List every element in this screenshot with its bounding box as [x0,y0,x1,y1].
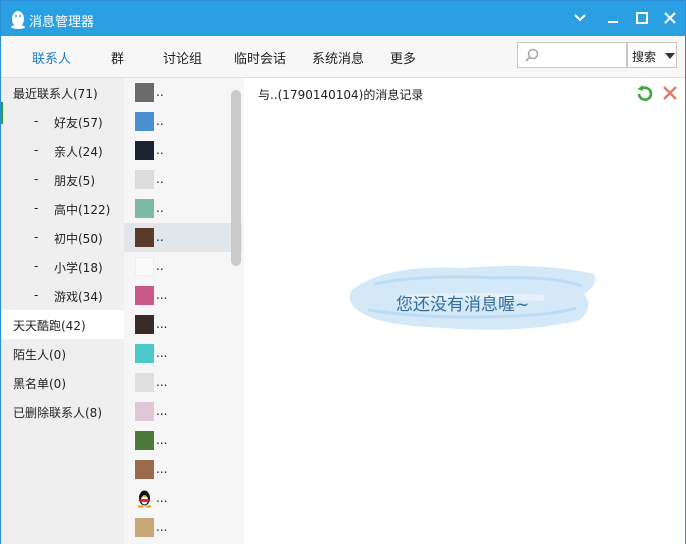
avatar [135,402,154,421]
dropdown-caret-icon[interactable] [665,53,675,59]
category-pals[interactable]: - 朋友(5) [1,165,124,194]
avatar [135,518,154,537]
avatar [135,228,154,247]
tab-bar: 联系人 群 讨论组 临时会话 系统消息 更多 搜索 [1,36,685,78]
delete-icon[interactable] [661,84,679,102]
category-family[interactable]: - 亲人(24) [1,136,124,165]
list-item[interactable]: ... [124,426,242,455]
message-history-title: 与..(1790140104)的消息记录 [258,88,424,102]
contact-category-list: 最近联系人(71) - 好友(57) - 亲人(24) - 朋友(5) - 高中(122… [1,78,124,544]
list-item[interactable]: .. [124,252,242,281]
list-item[interactable]: .. [124,136,242,165]
avatar [135,257,154,276]
message-manager-window: 消息管理器 联系人 群 讨论组 临时会话 系统消息 更多 搜索 最近联系人(71… [0,0,686,544]
category-blacklist[interactable]: 黑名单(0) [1,368,124,397]
contact-list: .. .. .. .. .. .. .. ... ... ... ... ...… [124,78,244,544]
avatar [135,431,154,450]
category-deleted-contacts[interactable]: 已删除联系人(8) [1,397,124,426]
list-item[interactable]: .. [124,107,242,136]
avatar [135,315,154,334]
avatar [135,141,154,160]
tab-system-messages[interactable]: 系统消息 [312,48,364,67]
empty-state: 您还没有消息喔~ [344,254,604,340]
avatar [135,170,154,189]
avatar [135,373,154,392]
close-icon [664,12,676,24]
refresh-icon[interactable] [636,84,654,102]
list-item[interactable]: .. [124,194,242,223]
list-item[interactable]: ... [124,281,242,310]
search-box[interactable] [517,42,627,68]
maximize-icon [636,12,648,24]
category-high-school[interactable]: - 高中(122) [1,194,124,223]
menu-button[interactable] [571,9,589,27]
avatar [135,460,154,479]
tab-more[interactable]: 更多 [390,48,416,67]
tab-temp-sessions[interactable]: 临时会话 [234,48,286,67]
list-item[interactable]: .. [124,165,242,194]
search-button-label: 搜索 [632,50,657,64]
avatar [135,344,154,363]
tab-discussion-groups[interactable]: 讨论组 [163,48,202,67]
list-item[interactable]: ... [124,310,242,339]
list-item[interactable]: ... [124,455,242,484]
search-button[interactable]: 搜索 [627,42,677,68]
minimize-button[interactable] [604,9,622,27]
maximize-button[interactable] [633,9,651,27]
chevron-down-icon [574,14,586,22]
avatar [135,112,154,131]
category-tiantian-kupao[interactable]: 天天酷跑(42) [1,310,124,339]
list-item[interactable]: ... [124,513,242,542]
category-primary-school[interactable]: - 小学(18) [1,252,124,281]
list-item[interactable]: ... [124,484,242,513]
category-strangers[interactable]: 陌生人(0) [1,339,124,368]
tab-contacts[interactable]: 联系人 [32,48,71,67]
category-friends[interactable]: - 好友(57) [1,107,124,136]
list-item[interactable]: .. [124,78,242,107]
list-item[interactable]: ... [124,339,242,368]
avatar [135,83,154,102]
qq-penguin-avatar-icon [137,490,152,508]
category-recent-contacts[interactable]: 最近联系人(71) [1,78,124,107]
tab-groups[interactable]: 群 [111,48,124,67]
empty-message-text: 您还没有消息喔~ [396,295,530,315]
qq-penguin-icon [11,11,25,29]
category-middle-school[interactable]: - 初中(50) [1,223,124,252]
list-item[interactable]: ... [124,368,242,397]
title-bar: 消息管理器 [1,1,685,36]
message-panel: 与..(1790140104)的消息记录 您还没有消息喔~ [244,78,685,544]
window-title: 消息管理器 [29,15,95,30]
list-item[interactable]: ... [124,397,242,426]
search-icon [525,48,539,62]
search-input[interactable] [542,46,622,64]
avatar [135,199,154,218]
contact-list-scrollbar[interactable] [231,90,241,266]
minimize-icon [608,21,618,23]
close-button[interactable] [661,9,679,27]
avatar [135,286,154,305]
list-item[interactable]: .. [124,223,242,252]
category-games[interactable]: - 游戏(34) [1,281,124,310]
